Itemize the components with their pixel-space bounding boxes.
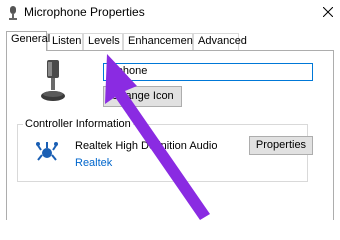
tab-levels[interactable]: Levels	[83, 33, 123, 50]
microphone-icon	[41, 60, 65, 101]
controller-information-label: Controller Information	[23, 118, 133, 130]
realtek-crab-icon	[36, 142, 58, 161]
tab-advanced[interactable]: Advanced	[193, 33, 247, 50]
controller-vendor-link[interactable]: Realtek	[75, 157, 112, 169]
window-title: Microphone Properties	[24, 5, 145, 19]
tab-listen[interactable]: Listen	[47, 33, 83, 50]
microphone-properties-window: Microphone Properties General Listen Lev…	[0, 0, 340, 223]
close-button[interactable]	[316, 0, 340, 24]
title-bar: Microphone Properties	[0, 0, 340, 26]
microphone-icon	[9, 6, 17, 20]
controller-name: Realtek High Definition Audio	[75, 140, 218, 152]
close-icon	[323, 7, 333, 17]
device-name-input[interactable]: rophone	[103, 63, 313, 81]
tab-enhancements[interactable]: Enhancements	[123, 33, 201, 50]
tab-general[interactable]: General	[6, 31, 50, 51]
change-icon-button[interactable]: Change Icon	[103, 86, 182, 107]
properties-button[interactable]: Properties	[249, 136, 313, 155]
